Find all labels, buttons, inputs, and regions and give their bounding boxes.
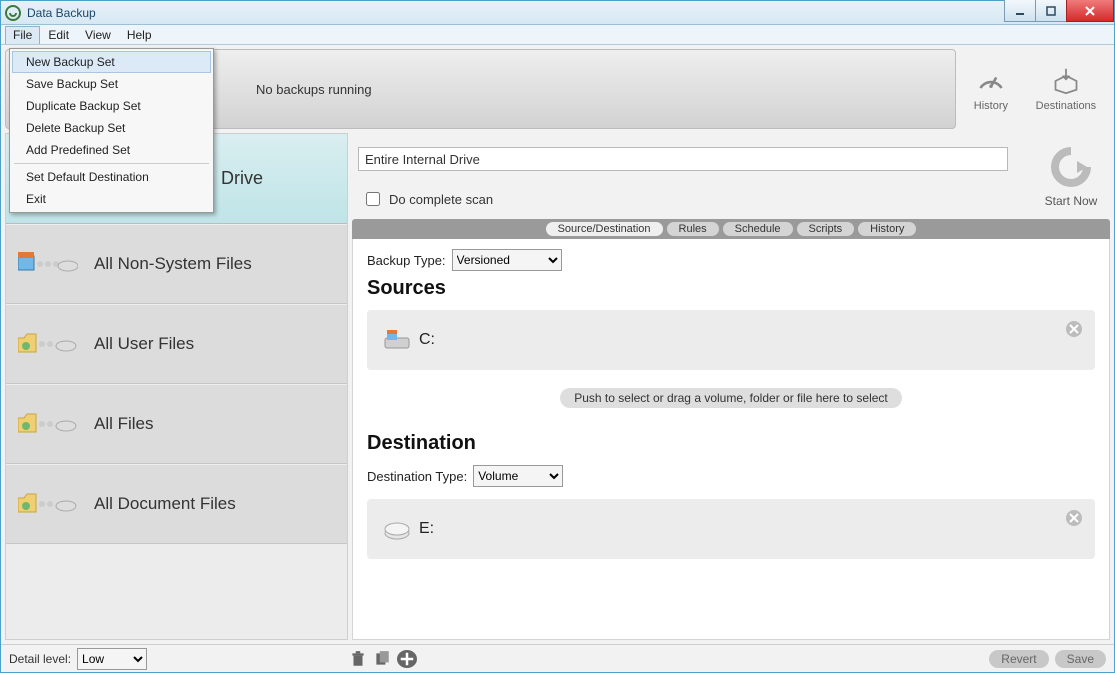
folder-chain-icon (18, 486, 78, 522)
complete-scan-label: Do complete scan (389, 192, 493, 207)
app-icon (5, 5, 21, 21)
titlebar: Data Backup (1, 1, 1114, 25)
backup-type-label: Backup Type: (367, 253, 446, 268)
menu-duplicate-backup-set[interactable]: Duplicate Backup Set (12, 95, 211, 117)
tab-schedule[interactable]: Schedule (723, 222, 793, 236)
menu-new-backup-set[interactable]: New Backup Set (12, 51, 211, 73)
drive-chain-icon (18, 246, 78, 282)
backup-set-label: All Non-System Files (94, 254, 252, 274)
menubar: File Edit View Help (1, 25, 1114, 45)
source-drive-label: C: (419, 331, 435, 349)
menu-view[interactable]: View (77, 26, 119, 44)
tab-history[interactable]: History (858, 222, 916, 236)
menu-help[interactable]: Help (119, 26, 160, 44)
backup-set-label: All Document Files (94, 494, 236, 514)
start-arc-icon (1051, 147, 1091, 190)
destination-type-label: Destination Type: (367, 469, 467, 484)
folder-chain-icon (18, 326, 78, 362)
backup-set-item[interactable]: All User Files (6, 304, 347, 384)
sidebar-header-label: Drive (221, 168, 263, 189)
source-drive-row[interactable]: C: (367, 310, 1095, 370)
menu-delete-backup-set[interactable]: Delete Backup Set (12, 117, 211, 139)
history-label: History (974, 100, 1008, 112)
gauge-icon (977, 67, 1005, 98)
detail-tabstrip: Source/Destination Rules Schedule Script… (352, 219, 1110, 239)
tab-scripts[interactable]: Scripts (797, 222, 855, 236)
menu-separator (14, 163, 209, 164)
file-menu-dropdown: New Backup Set Save Backup Set Duplicate… (9, 48, 214, 213)
box-arrow-icon (1052, 67, 1080, 98)
backup-set-item[interactable]: All Files (6, 384, 347, 464)
backup-name-input[interactable] (358, 147, 1008, 171)
window-minimize-button[interactable] (1004, 0, 1036, 22)
destination-type-select[interactable]: Volume (473, 465, 563, 487)
start-now-button[interactable]: Start Now (1036, 147, 1106, 210)
window-title: Data Backup (27, 6, 96, 20)
start-now-label: Start Now (1045, 194, 1098, 208)
menu-add-predefined-set[interactable]: Add Predefined Set (12, 139, 211, 161)
remove-source-button[interactable] (1065, 320, 1083, 338)
status-text: No backups running (256, 82, 372, 97)
history-button[interactable]: History (974, 67, 1008, 112)
backup-set-label: All Files (94, 414, 154, 434)
complete-scan-checkbox[interactable] (366, 192, 380, 206)
window-close-button[interactable] (1066, 0, 1114, 22)
backup-set-item[interactable]: All Non-System Files (6, 224, 347, 304)
detail-panel: Do complete scan Start Now Source/Destin… (352, 133, 1110, 640)
detail-level-select[interactable]: Low (77, 648, 147, 670)
revert-button[interactable]: Revert (989, 650, 1048, 668)
menu-save-backup-set[interactable]: Save Backup Set (12, 73, 211, 95)
destination-drive-row[interactable]: E: (367, 499, 1095, 559)
detail-body[interactable]: Backup Type: Versioned Sources C: (352, 239, 1110, 640)
statusbar: Detail level: Low Revert Save (1, 644, 1114, 672)
detail-level-label: Detail level: (9, 652, 71, 666)
destinations-button[interactable]: Destinations (1036, 67, 1097, 112)
destination-drive-label: E: (419, 520, 434, 538)
remove-destination-button[interactable] (1065, 509, 1083, 527)
delete-set-button[interactable] (349, 650, 367, 668)
sources-heading: Sources (367, 277, 1095, 300)
destination-heading: Destination (367, 432, 1095, 455)
folder-chain-icon (18, 406, 78, 442)
windows-drive-icon (383, 328, 411, 352)
backup-type-select[interactable]: Versioned (452, 249, 562, 271)
tab-rules[interactable]: Rules (667, 222, 719, 236)
drive-icon (383, 517, 411, 541)
menu-exit[interactable]: Exit (12, 188, 211, 210)
add-set-button[interactable] (397, 650, 417, 668)
menu-set-default-destination[interactable]: Set Default Destination (12, 166, 211, 188)
menu-file[interactable]: File (5, 26, 40, 44)
destinations-label: Destinations (1036, 100, 1097, 112)
duplicate-set-button[interactable] (373, 650, 391, 668)
push-to-select-hint[interactable]: Push to select or drag a volume, folder … (560, 388, 902, 408)
menu-edit[interactable]: Edit (40, 26, 77, 44)
backup-set-item[interactable]: All Document Files (6, 464, 347, 544)
backup-set-label: All User Files (94, 334, 194, 354)
tab-source-destination[interactable]: Source/Destination (546, 222, 663, 236)
save-button[interactable]: Save (1055, 650, 1106, 668)
window-maximize-button[interactable] (1035, 0, 1067, 22)
